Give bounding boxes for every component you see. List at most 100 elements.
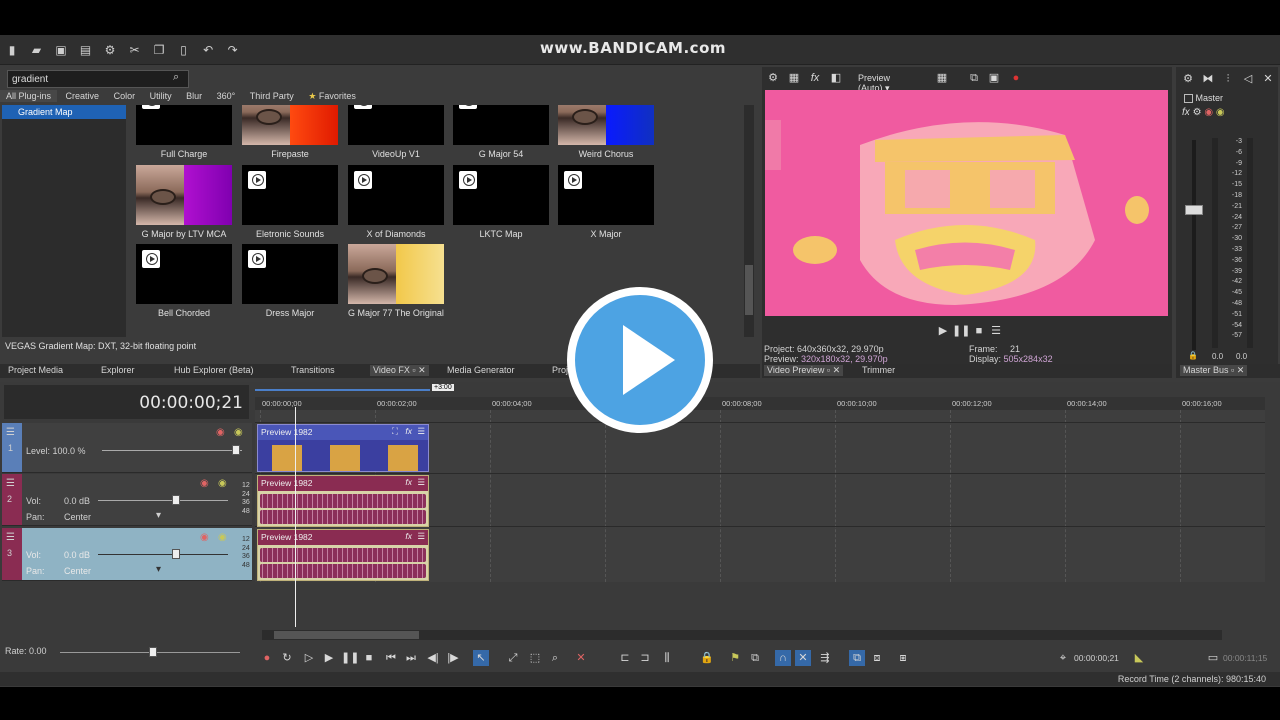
tab-media-generator[interactable]: Media Generator (447, 365, 515, 375)
plugin-thumbnail[interactable] (242, 244, 338, 304)
delete-icon[interactable]: ▯ (176, 42, 192, 58)
track-header-video[interactable]: ☰ 1 ◉ ◉ Level: 100.0 % (2, 423, 252, 473)
preview-menu-icon[interactable]: ☰ (988, 323, 1004, 339)
track-2-vol-slider[interactable] (98, 500, 228, 501)
master-fx-settings-icon[interactable]: ⚙ (1193, 107, 1202, 118)
track-2-fx-icon[interactable]: ◉ (200, 478, 209, 489)
video-clip[interactable]: Preview 1982 ⛶ fx ☰ (257, 424, 429, 472)
tab-color[interactable]: Color (108, 90, 142, 102)
timeline-ruler[interactable]: 00:00:00;00 00:00:02;00 00:00:04;00 00:00:0… (255, 397, 1265, 411)
track-2-menu-icon[interactable]: ☰ (6, 478, 15, 489)
track-3-pan-handle[interactable]: ▾ (156, 564, 161, 575)
clip-fx-icon[interactable]: fx (405, 531, 412, 541)
split-icon[interactable]: ⫼ (659, 650, 675, 666)
preview-play-icon[interactable]: ▶ (935, 323, 951, 339)
ignore-grouping-icon[interactable]: ⧈ (869, 650, 885, 666)
master-fx-icon[interactable]: fx (1182, 107, 1190, 118)
save-snapshot-icon[interactable]: ▣ (986, 70, 1002, 86)
new-file-icon[interactable]: ▮ (4, 42, 20, 58)
plugin-thumbnail[interactable] (558, 105, 654, 145)
tab-all-plugins[interactable]: All Plug-ins (0, 90, 58, 102)
preview-stop-icon[interactable]: ■ (971, 323, 987, 339)
track-3-vol-slider[interactable] (98, 554, 228, 555)
lock-envelopes-icon[interactable]: 🔒 (699, 650, 715, 666)
region-icon[interactable]: ⧉ (747, 650, 763, 666)
cut-icon[interactable]: ✂ (127, 42, 143, 58)
auto-crossfade-icon[interactable]: ✕ (795, 650, 811, 666)
next-frame-icon[interactable]: |▶ (445, 650, 461, 666)
track-3-menu-icon[interactable]: ☰ (6, 532, 15, 543)
clip-menu-icon[interactable]: ☰ (417, 426, 425, 437)
loop-region-bar[interactable]: +3:00 (255, 384, 455, 393)
master-fx-plugin-icon[interactable]: ◉ (1204, 107, 1213, 118)
track-header-audio-3[interactable]: ☰ 3 ◉ ◉ Vol: 0.0 dB Pan: Center ▾ 12 24 36… (2, 528, 252, 581)
timeline-scrollbar[interactable] (262, 630, 1222, 640)
plugin-thumbnail[interactable] (558, 165, 654, 225)
audio-clip-track-2[interactable]: Preview 1982 fx ☰ (257, 475, 429, 527)
tab-explorer[interactable]: Explorer (101, 365, 135, 375)
track-1-level-handle[interactable] (232, 445, 240, 455)
tab-master-bus[interactable]: Master Bus ▫ ✕ (1180, 365, 1248, 376)
rate-slider-handle[interactable] (149, 647, 157, 657)
plugin-grid-scrollbar[interactable] (744, 105, 754, 337)
tree-item-gradient-map[interactable]: Gradient Map (2, 105, 126, 119)
play-icon[interactable]: ▶ (321, 650, 337, 666)
plugin-thumbnail[interactable] (453, 165, 549, 225)
go-to-end-icon[interactable]: ⏭ (403, 650, 419, 666)
track-1-menu-icon[interactable]: ☰ (6, 427, 15, 438)
play-from-start-icon[interactable]: ▷ (301, 650, 317, 666)
plugin-thumbnail[interactable] (453, 105, 549, 145)
previous-frame-icon[interactable]: ◀| (425, 650, 441, 666)
tab-360[interactable]: 360° (211, 90, 242, 102)
record-icon[interactable]: ● (1008, 70, 1024, 86)
fx-icon[interactable]: fx (807, 70, 823, 86)
stop-icon[interactable]: ■ (361, 650, 377, 666)
clip-menu-icon[interactable]: ☰ (417, 477, 425, 488)
go-to-start-icon[interactable]: ⏮ (383, 650, 399, 666)
tab-project-notes[interactable]: Proj (552, 365, 568, 375)
mute-icon[interactable]: ✕ (1260, 71, 1276, 87)
auto-ripple-icon[interactable]: ⇶ (817, 650, 833, 666)
lock-selection-icon[interactable]: ⧉ (849, 650, 865, 666)
clip-fx-icon[interactable]: fx (405, 426, 412, 436)
track-3-vol-handle[interactable] (172, 549, 180, 559)
maximize-icon[interactable]: ▫ (412, 365, 415, 375)
delete-clip-icon[interactable]: ✕ (573, 650, 589, 666)
track-3-chain-icon[interactable]: ◉ (218, 532, 227, 543)
preview-pause-icon[interactable]: ❚❚ (952, 323, 970, 339)
plugin-thumbnail[interactable] (242, 105, 338, 145)
envelope-tool-icon[interactable]: ⤢ (505, 650, 521, 666)
snapping-icon[interactable]: ∩ (775, 650, 791, 666)
scrollbar-thumb[interactable] (745, 265, 753, 315)
tab-project-media[interactable]: Project Media (8, 365, 63, 375)
track-1-chain-icon[interactable]: ◉ (234, 427, 243, 438)
open-folder-icon[interactable]: ▰ (29, 42, 45, 58)
event-pan-crop-icon[interactable]: ⧆ (895, 650, 911, 666)
tab-video-preview[interactable]: Video Preview ▫ ✕ (764, 365, 844, 376)
clip-menu-icon[interactable]: ☰ (417, 531, 425, 542)
plugin-thumbnail[interactable] (348, 105, 444, 145)
undo-icon[interactable]: ↶ (200, 42, 216, 58)
timeline-scrollbar-thumb[interactable] (274, 631, 419, 639)
lock-icon[interactable]: 🔒 (1188, 351, 1198, 360)
grid-overlay-icon[interactable]: ▦ (934, 70, 950, 86)
track-2-vol-handle[interactable] (172, 495, 180, 505)
plugin-thumbnail[interactable] (242, 165, 338, 225)
tab-hub-explorer[interactable]: Hub Explorer (Beta) (174, 365, 254, 375)
crop-icon[interactable]: ⛶ (392, 426, 398, 437)
master-fader-handle[interactable] (1185, 205, 1203, 215)
tab-creative[interactable]: Creative (60, 90, 106, 102)
track-1-fx-icon[interactable]: ◉ (216, 427, 225, 438)
preview-settings-gear-icon[interactable]: ⚙ (765, 70, 781, 86)
selection-tool-icon[interactable]: ⬚ (527, 650, 543, 666)
plugin-search-input[interactable] (7, 70, 189, 88)
loop-playback-icon[interactable]: ↻ (279, 650, 295, 666)
search-icon[interactable]: ⌕ (173, 71, 187, 85)
mixer-icon[interactable]: ⫶ (1220, 71, 1236, 87)
settings-gear-icon[interactable]: ⚙ (102, 42, 118, 58)
zoom-tool-icon[interactable]: ⌕ (547, 650, 563, 666)
track-2-pan-handle[interactable]: ▾ (156, 510, 161, 521)
tab-trimmer[interactable]: Trimmer (862, 365, 895, 375)
track-1-level-slider[interactable] (102, 450, 242, 451)
clip-fx-icon[interactable]: fx (405, 477, 412, 487)
